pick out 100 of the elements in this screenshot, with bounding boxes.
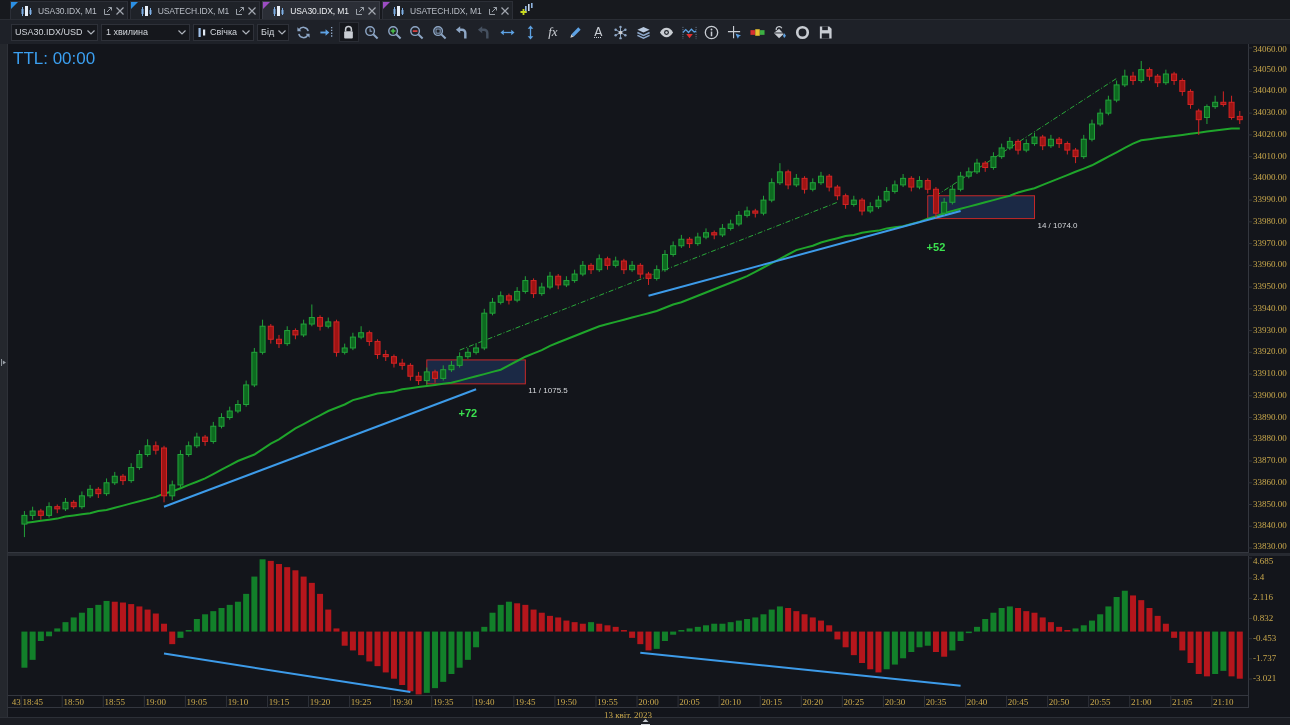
paint-bucket-icon[interactable]: [772, 24, 788, 40]
crosshair-icon[interactable]: [726, 24, 742, 40]
close-icon[interactable]: [500, 6, 509, 15]
network-icon[interactable]: [613, 24, 629, 40]
price-axis-label: 33840.00: [1253, 520, 1287, 531]
price-axis-label: 33850.00: [1253, 498, 1287, 509]
time-axis-label: 21:00: [1131, 696, 1152, 707]
popout-icon[interactable]: [103, 6, 112, 15]
ttl-label: TTL: 00:00: [13, 49, 96, 69]
indicator-axis-label: -3.021: [1253, 673, 1277, 684]
position-label: 11 / 1075.5: [528, 385, 568, 395]
info-icon[interactable]: [704, 24, 720, 40]
layers-icon[interactable]: [636, 24, 652, 40]
lock-button[interactable]: [338, 22, 359, 42]
time-axis-label: 19:05: [186, 696, 208, 707]
magnifier-square-icon[interactable]: [431, 24, 447, 40]
indicator-axis-label: 0.832: [1253, 612, 1274, 623]
period-dropdown[interactable]: 1 хвилина: [101, 23, 190, 41]
chart-tab[interactable]: USA30.IDX, M1: [10, 1, 128, 19]
time-axis-label: 21:10: [1213, 696, 1234, 707]
chevron-down-icon: [278, 29, 286, 35]
price-axis-label: 33920.00: [1253, 346, 1287, 357]
chart-tab[interactable]: USATECH.IDX, M1: [381, 1, 513, 19]
time-axis-label: 20:05: [679, 696, 700, 707]
price-axis-label: 34030.00: [1253, 107, 1287, 118]
histogram-bar: [547, 615, 553, 632]
candlestick: [432, 369, 438, 384]
candlestick-icon: [140, 4, 152, 17]
time-axis-label: 20:40: [966, 696, 988, 707]
refresh-icon[interactable]: [295, 24, 311, 40]
time-axis-label: 20:10: [720, 696, 741, 707]
time-axis-label: 19:30: [391, 696, 413, 707]
time-axis-label: 18:55: [104, 696, 125, 707]
price-side-dropdown[interactable]: Бід: [257, 23, 289, 41]
zoom-in-icon[interactable]: [386, 24, 402, 40]
arrow-right-icon[interactable]: [1, 358, 6, 366]
time-axis-label: 19:55: [597, 696, 618, 707]
time-axis-label: 20:45: [1007, 696, 1029, 707]
close-icon[interactable]: [248, 6, 257, 15]
price-axis-label: 33910.00: [1253, 368, 1287, 379]
close-icon[interactable]: [115, 6, 124, 15]
zoom-out-icon[interactable]: [409, 24, 425, 40]
candlestick-icon: [392, 4, 404, 17]
chart-plus-icon[interactable]: [519, 3, 533, 16]
chart-type-dropdown[interactable]: Свічка: [193, 23, 254, 41]
time-axis-label: 20:15: [761, 696, 782, 707]
histogram-bar: [974, 626, 980, 632]
close-icon[interactable]: [367, 6, 376, 15]
time-axis-label: 18:45: [22, 696, 43, 707]
hook-arrow-icon[interactable]: [454, 24, 470, 40]
price-axis-label: 33950.00: [1253, 281, 1287, 292]
instrument-dropdown[interactable]: USA30.IDX/USD: [11, 23, 98, 41]
time-axis-label: 20:30: [884, 696, 906, 707]
chevron-down-icon: [87, 29, 95, 35]
price-axis-label: 33960.00: [1253, 259, 1287, 270]
candlestick: [974, 158, 980, 175]
time-axis-label: 19:15: [268, 696, 290, 707]
arrow-up-icon[interactable]: [640, 718, 650, 725]
arrow-to-line-icon[interactable]: [318, 24, 334, 40]
time-axis-label: 20:25: [843, 696, 865, 707]
price-axis-label: 33900.00: [1253, 389, 1287, 400]
price-axis-label: 34010.00: [1253, 150, 1287, 161]
price-axis-label: 33880.00: [1253, 433, 1287, 444]
popout-icon[interactable]: [236, 6, 245, 15]
time-axis-label: 19:45: [515, 696, 536, 707]
histogram-bar: [432, 631, 438, 689]
function-button[interactable]: fx: [548, 25, 558, 39]
histogram-bar: [818, 620, 824, 632]
candlestick-icon: [273, 4, 285, 17]
price-axis-label: 33970.00: [1253, 237, 1287, 248]
candlestick-icon: [198, 26, 206, 38]
ring-icon[interactable]: [794, 24, 810, 40]
chart-tab[interactable]: USATECH.IDX, M1: [129, 1, 261, 19]
date-label: 13 квіт. 2023: [603, 710, 653, 720]
candlestick: [276, 334, 282, 349]
price-axis-label: 33980.00: [1253, 215, 1287, 226]
lock-icon: [342, 25, 356, 39]
clock-magnifier-icon[interactable]: [363, 24, 379, 40]
profit-label: +52: [926, 240, 946, 253]
candlestick: [703, 227, 709, 240]
price-axis-label: 33930.00: [1253, 324, 1287, 335]
chart-tab[interactable]: USA30.IDX, M1: [262, 1, 380, 19]
text-tool-button[interactable]: A: [594, 25, 603, 39]
time-axis-label: 19:50: [556, 696, 577, 707]
price-axis-label: 34040.00: [1253, 85, 1287, 96]
time-axis-label: 20:00: [638, 696, 659, 707]
candlestick: [818, 171, 824, 186]
wave-chart-icon[interactable]: [681, 24, 697, 40]
chevron-down-icon: [242, 29, 250, 35]
price-axis-label: 33890.00: [1253, 411, 1287, 422]
popout-icon[interactable]: [488, 6, 497, 15]
save-icon[interactable]: [817, 24, 833, 40]
candlestick-icon: [21, 4, 32, 17]
price-axis-label: 33870.00: [1253, 455, 1287, 466]
popout-icon[interactable]: [355, 6, 364, 15]
time-axis-label: 20:20: [802, 696, 824, 707]
price-axis-label: 33940.00: [1253, 302, 1287, 313]
candlestick: [547, 271, 553, 290]
price-axis-label: 34000.00: [1253, 172, 1287, 183]
price-axis-label: 33990.00: [1253, 194, 1287, 205]
